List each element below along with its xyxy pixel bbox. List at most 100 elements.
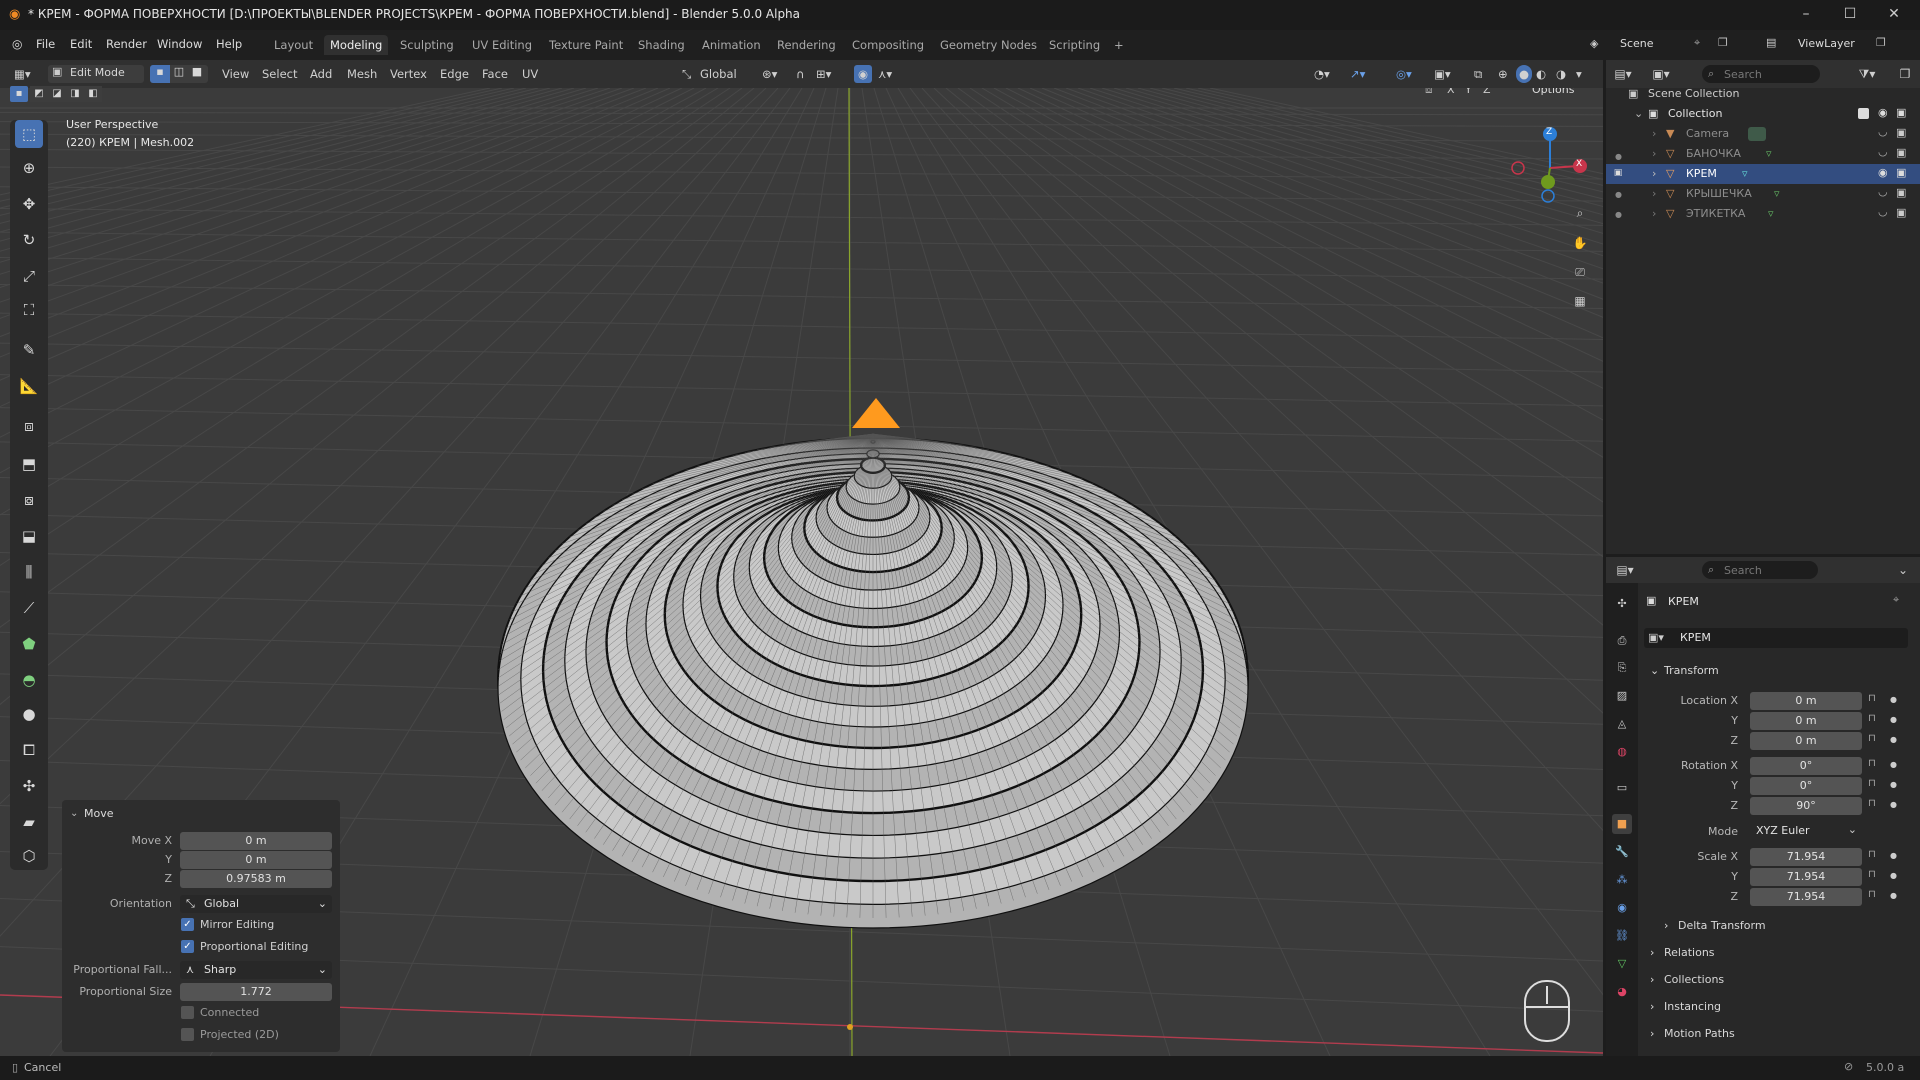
outliner-editor-icon[interactable]: ▤▾ xyxy=(1614,65,1632,83)
vertex-select-icon[interactable]: ▪ xyxy=(150,65,170,83)
eye-closed-icon[interactable]: ◡ xyxy=(1878,145,1888,158)
material-tab-icon[interactable]: ◕ xyxy=(1612,982,1632,1002)
new-scene-icon[interactable]: ❐ xyxy=(1718,36,1728,49)
move-x-field[interactable]: 0 m xyxy=(180,832,332,850)
keyframe-dot-icon[interactable]: ● xyxy=(1890,851,1897,860)
eye-icon[interactable]: ◉ xyxy=(1878,166,1888,179)
mirror-editing-checkbox[interactable]: ✓ xyxy=(181,918,194,931)
transform-tool-icon[interactable]: ⛶ xyxy=(15,296,43,324)
menu-select[interactable]: Select xyxy=(262,65,297,83)
tab-modeling[interactable]: Modeling xyxy=(324,35,389,55)
scene-tab-icon[interactable]: ◬ xyxy=(1612,714,1632,734)
scale-tool-icon[interactable]: ⤢ xyxy=(15,262,43,290)
editor-type-icon[interactable]: ▦▾ xyxy=(14,65,31,83)
menu-window[interactable]: Window xyxy=(157,37,202,51)
menu-vertex[interactable]: Vertex xyxy=(390,65,427,83)
options-button[interactable]: Options xyxy=(1532,88,1574,96)
tab-shading[interactable]: Shading xyxy=(632,35,691,55)
collection-row[interactable]: ⌄ ▣ Collection ◉ ▣ xyxy=(1606,104,1920,124)
ortho-grid-icon[interactable]: ▦ xyxy=(1571,292,1589,310)
properties-editor-icon[interactable]: ▤▾ xyxy=(1616,561,1634,579)
blender-menu-icon[interactable]: ◎ xyxy=(12,37,22,51)
camera-render-icon[interactable]: ▣ xyxy=(1896,146,1906,159)
rotation-mode-dropdown[interactable]: XYZ Euler ⌄ xyxy=(1750,822,1862,840)
object-tab-icon[interactable]: ■ xyxy=(1612,814,1632,834)
location-z-field[interactable]: 0 m xyxy=(1750,732,1862,750)
location-x-field[interactable]: 0 m xyxy=(1750,692,1862,710)
pan-hand-icon[interactable]: ✋ xyxy=(1571,234,1589,252)
outliner-search[interactable]: ⌕ Search xyxy=(1702,65,1820,83)
select-box-tool-icon[interactable]: ⬚ xyxy=(15,120,43,148)
camera-view-icon[interactable]: ⎚ xyxy=(1571,263,1589,281)
close-icon[interactable]: ✕ xyxy=(1886,6,1902,22)
scene-selector[interactable]: Scene xyxy=(1620,37,1654,50)
menu-edge[interactable]: Edge xyxy=(440,65,469,83)
tab-rendering[interactable]: Rendering xyxy=(771,35,842,55)
menu-render[interactable]: Render xyxy=(106,37,147,51)
lock-icon[interactable]: ⊓ xyxy=(1868,733,1876,744)
move-z-field[interactable]: 0.97583 m xyxy=(180,870,332,888)
measure-tool-icon[interactable]: 📐 xyxy=(15,372,43,400)
axis-y-toggle[interactable]: Y xyxy=(1465,88,1472,96)
select-subtract-icon[interactable]: ◪ xyxy=(48,86,66,102)
tab-animation[interactable]: Animation xyxy=(696,35,767,55)
cream-mesh[interactable] xyxy=(497,433,1249,929)
menu-edit[interactable]: Edit xyxy=(70,37,92,51)
camera-render-icon[interactable]: ▣ xyxy=(1896,126,1906,139)
menu-face[interactable]: Face xyxy=(482,65,508,83)
edge-slide-tool-icon[interactable]: ⧠ xyxy=(15,736,43,764)
add-cube-tool-icon[interactable]: ⧈ xyxy=(15,412,43,440)
projected-checkbox[interactable] xyxy=(181,1028,194,1041)
relations-section[interactable]: › Relations xyxy=(1650,942,1910,964)
wireframe-shading-icon[interactable]: ⊕ xyxy=(1498,65,1508,83)
eye-closed-icon[interactable]: ◡ xyxy=(1878,185,1888,198)
outliner-item-camera[interactable]: › ▼ Camera ◡ ▣ xyxy=(1606,124,1920,144)
properties-search[interactable]: ⌕ Search xyxy=(1702,561,1818,579)
bevel-tool-icon[interactable]: ⬓ xyxy=(15,522,43,550)
transform-orientation-icon[interactable]: ⤡ xyxy=(682,65,691,83)
pin-icon[interactable]: ⌖ xyxy=(1893,593,1899,607)
chevron-down-icon[interactable]: ⌄ xyxy=(1894,561,1912,579)
rotation-z-field[interactable]: 90° xyxy=(1750,797,1862,815)
shrink-fatten-tool-icon[interactable]: ✣ xyxy=(15,772,43,800)
annotate-tool-icon[interactable]: ✎ xyxy=(15,336,43,364)
menu-add[interactable]: Add xyxy=(310,65,332,83)
rendered-shading-icon[interactable]: ◑ xyxy=(1556,65,1566,83)
keyframe-dot-icon[interactable]: ● xyxy=(1890,871,1897,880)
visibility-icon[interactable]: ◔▾ xyxy=(1314,65,1330,83)
overlays-icon[interactable]: ◎▾ xyxy=(1396,65,1412,83)
view-layer-selector[interactable]: ViewLayer xyxy=(1798,37,1855,50)
tab-scripting[interactable]: Scripting xyxy=(1043,35,1106,55)
constraints-tab-icon[interactable]: ⛓ xyxy=(1612,926,1632,946)
axis-x-toggle[interactable]: X xyxy=(1447,88,1455,96)
physics-tab-icon[interactable]: ◉ xyxy=(1612,898,1632,918)
eye-closed-icon[interactable]: ◡ xyxy=(1878,205,1888,218)
chevron-right-icon[interactable]: › xyxy=(1652,207,1656,220)
object-name-field[interactable]: ▣▾ КРЕМ xyxy=(1644,628,1908,648)
axis-z-toggle[interactable]: Z xyxy=(1483,88,1491,96)
inset-tool-icon[interactable]: ⧇ xyxy=(15,486,43,514)
outliner-item-jar[interactable]: › ▽ БАНОЧКА ▿ ◡ ▣ xyxy=(1606,144,1920,164)
tab-compositing[interactable]: Compositing xyxy=(846,35,930,55)
camera-render-icon[interactable]: ▣ xyxy=(1896,106,1906,119)
data-tab-icon[interactable]: ▽ xyxy=(1612,954,1632,974)
tab-sculpting[interactable]: Sculpting xyxy=(394,35,460,55)
lock-icon[interactable]: ⊓ xyxy=(1868,693,1876,704)
chevron-right-icon[interactable]: › xyxy=(1652,127,1656,140)
lock-icon[interactable]: ⊓ xyxy=(1868,713,1876,724)
mirror-axis-icon[interactable]: ⧈ xyxy=(1425,88,1433,97)
camera-render-icon[interactable]: ▣ xyxy=(1896,186,1906,199)
material-shading-icon[interactable]: ◐ xyxy=(1536,65,1546,83)
keyframe-dot-icon[interactable]: ● xyxy=(1890,715,1897,724)
rotation-y-field[interactable]: 0° xyxy=(1750,777,1862,795)
loop-cut-tool-icon[interactable]: ⫼ xyxy=(15,558,43,586)
tab-texture-paint[interactable]: Texture Paint xyxy=(543,35,629,55)
view-layer-tab-icon[interactable]: ▨ xyxy=(1612,686,1632,706)
collection-checkbox[interactable] xyxy=(1858,108,1869,119)
modifiers-tab-icon[interactable]: 🔧 xyxy=(1612,842,1632,862)
minimize-icon[interactable]: – xyxy=(1798,6,1814,22)
lock-icon[interactable]: ⊓ xyxy=(1868,778,1876,789)
proportional-size-field[interactable]: 1.772 xyxy=(180,983,332,1001)
keyframe-dot-icon[interactable]: ● xyxy=(1890,695,1897,704)
motion-paths-section[interactable]: › Motion Paths xyxy=(1650,1023,1910,1045)
